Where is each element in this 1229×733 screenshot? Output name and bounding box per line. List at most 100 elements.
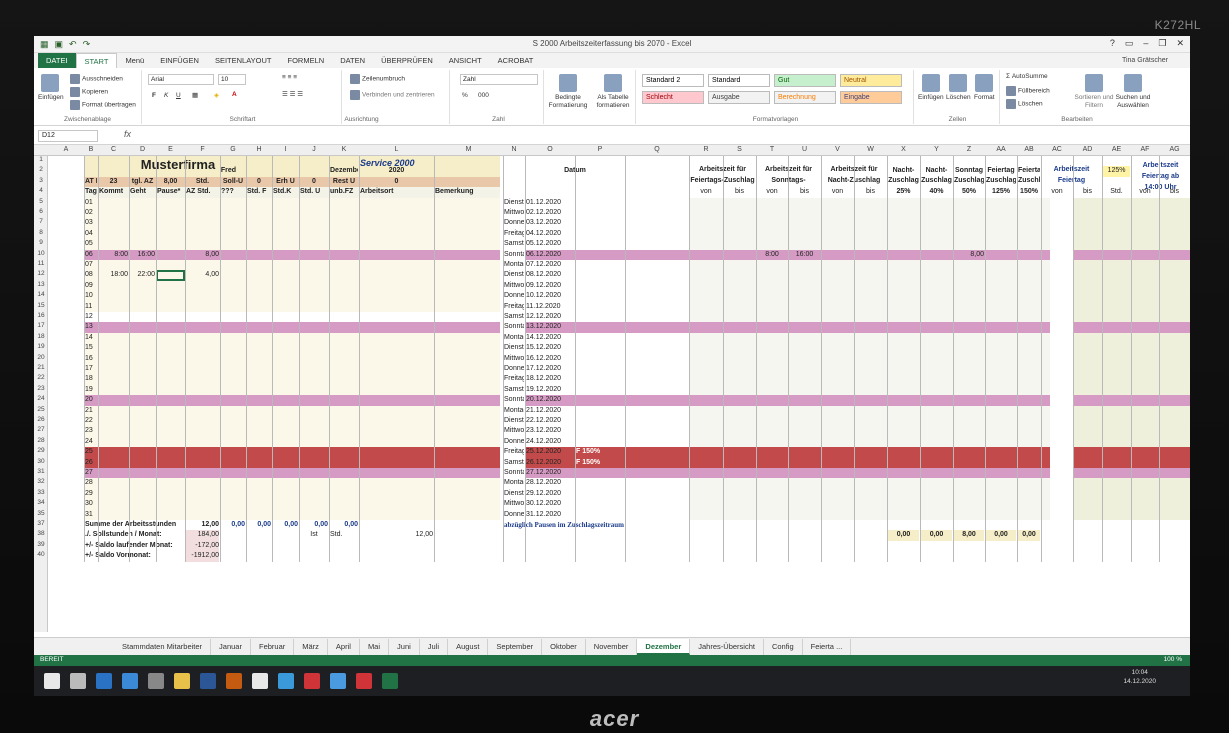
weekday[interactable]: Montag — [504, 478, 524, 488]
day-number[interactable]: 31 — [85, 510, 97, 520]
wrap-text-button[interactable]: Zeilenumbruch — [350, 74, 405, 84]
day-number[interactable]: 30 — [85, 499, 97, 509]
column-label[interactable]: Bemerkung — [435, 187, 502, 197]
date[interactable]: 06.12.2020 — [526, 250, 574, 260]
von-label[interactable]: von — [1042, 187, 1072, 197]
remote-icon[interactable] — [330, 673, 346, 689]
font-color-icon[interactable]: A — [232, 91, 237, 98]
thousands-button[interactable]: 000 — [478, 92, 489, 99]
weekday[interactable]: Donnerstag — [504, 291, 524, 301]
date[interactable]: 25.12.2020 — [526, 447, 574, 457]
row-header[interactable]: 12 — [34, 270, 48, 277]
align-left-icon[interactable]: ☰ ☰ ☰ — [282, 90, 303, 98]
row-header[interactable]: 15 — [34, 302, 48, 309]
row-header[interactable]: 21 — [34, 364, 48, 371]
row-header[interactable]: 31 — [34, 468, 48, 475]
sum-value[interactable]: 0,00 — [221, 520, 245, 530]
row-header[interactable]: 39 — [34, 541, 48, 548]
style-1[interactable]: Standard — [708, 74, 770, 87]
column-header-L[interactable]: L — [359, 146, 434, 153]
date[interactable]: 27.12.2020 — [526, 468, 574, 478]
fill-button[interactable]: Füllbereich — [1006, 86, 1050, 96]
weekday[interactable]: Sonntag — [504, 250, 524, 260]
ist-label[interactable]: Ist — [300, 530, 328, 540]
format-cells-button[interactable]: Format — [974, 74, 995, 101]
feiertag-note[interactable]: F 150% — [576, 447, 624, 457]
day-number[interactable]: 15 — [85, 343, 97, 353]
column-header-B[interactable]: B — [84, 146, 98, 153]
day-number[interactable]: 08 — [85, 270, 97, 280]
month-summary-cell[interactable]: 0 — [360, 177, 433, 187]
row-header[interactable]: 29 — [34, 447, 48, 454]
date[interactable]: 12.12.2020 — [526, 312, 574, 322]
date[interactable]: 11.12.2020 — [526, 302, 574, 312]
weekday[interactable]: Sonntag — [504, 468, 524, 478]
task-view-icon[interactable] — [70, 673, 86, 689]
bis-label[interactable]: bis — [1160, 187, 1189, 197]
column-header-AE[interactable]: AE — [1102, 146, 1131, 153]
column-header-I[interactable]: I — [272, 146, 299, 153]
von-label[interactable]: von — [822, 187, 853, 197]
saldo-label[interactable]: +/- Saldo laufender Monat: — [85, 541, 184, 551]
percent-label[interactable]: 40% — [921, 187, 952, 197]
percent-button[interactable]: % — [462, 92, 468, 99]
row-header[interactable]: 35 — [34, 510, 48, 517]
row-header[interactable]: 20 — [34, 354, 48, 361]
user-name[interactable]: Tina Grätscher — [1122, 57, 1168, 64]
column-header-Y[interactable]: Y — [920, 146, 953, 153]
saldo-value[interactable]: -172,00 — [186, 540, 219, 552]
column-header-T[interactable]: T — [756, 146, 788, 153]
month-summary-cell[interactable]: 23 — [99, 177, 128, 187]
row-header[interactable]: 10 — [34, 250, 48, 257]
sheet-tab[interactable]: August — [448, 638, 489, 655]
column-header-W[interactable]: W — [854, 146, 887, 153]
row-header[interactable]: 18 — [34, 333, 48, 340]
function-icon[interactable]: fx — [124, 129, 131, 139]
ribbon-tab-2[interactable]: Menü — [117, 53, 152, 68]
clear-button[interactable]: Löschen — [1006, 99, 1043, 109]
sum-value[interactable]: 0,00 — [330, 520, 358, 530]
row-header[interactable]: 34 — [34, 499, 48, 506]
column-header-P[interactable]: P — [575, 146, 625, 153]
column-header-K[interactable]: K — [329, 146, 359, 153]
row-header[interactable]: 7 — [34, 218, 48, 225]
von-label[interactable]: von — [1132, 187, 1158, 197]
month-summary-cell[interactable]: tgl. AZ — [130, 177, 155, 187]
insert-cells-button[interactable]: Einfügen — [918, 74, 944, 101]
month-summary-cell[interactable]: 0 — [300, 177, 328, 187]
weekday[interactable]: Montag — [504, 406, 524, 416]
find-select-button[interactable]: Suchen und Auswählen — [1114, 74, 1152, 110]
column-header-E[interactable]: E — [156, 146, 185, 153]
zuschlag-total[interactable]: 0,00 — [888, 530, 919, 541]
percent-label[interactable]: 50% — [954, 187, 984, 197]
month-summary-cell[interactable]: Rest U — [330, 177, 358, 187]
row-header[interactable]: 38 — [34, 530, 48, 537]
date[interactable]: 18.12.2020 — [526, 374, 574, 384]
style-4[interactable]: Schlecht — [642, 91, 704, 104]
row-header[interactable]: 11 — [34, 260, 48, 267]
weekday[interactable]: Dienstag — [504, 198, 524, 208]
date[interactable]: 07.12.2020 — [526, 260, 574, 270]
sum-value[interactable]: 0,00 — [273, 520, 298, 530]
style-6[interactable]: Berechnung — [774, 91, 836, 104]
column-label[interactable]: Tag — [85, 187, 97, 197]
day-number[interactable]: 23 — [85, 426, 97, 436]
vormonat-value[interactable]: -1912,00 — [186, 551, 219, 562]
day-number[interactable]: 14 — [85, 333, 97, 343]
column-label[interactable]: ??? — [221, 187, 245, 197]
weekday[interactable]: Mittwoch — [504, 354, 524, 364]
column-header-AG[interactable]: AG — [1159, 146, 1190, 153]
day-number[interactable]: 04 — [85, 229, 97, 239]
month-summary-cell[interactable]: Std. — [186, 177, 219, 187]
column-header-Z[interactable]: Z — [953, 146, 985, 153]
sum-label[interactable]: Summe der Arbeitsstunden — [85, 520, 184, 530]
weekday[interactable]: Freitag — [504, 447, 524, 457]
weekday[interactable]: Sonntag — [504, 395, 524, 405]
row-header[interactable]: 28 — [34, 437, 48, 444]
weekday[interactable]: Donnerstag — [504, 218, 524, 228]
row-header[interactable]: 5 — [34, 198, 48, 205]
date[interactable]: 09.12.2020 — [526, 281, 574, 291]
restore-icon[interactable]: ❐ — [1158, 38, 1166, 49]
sheet-tab[interactable]: Februar — [251, 638, 295, 655]
sheet-tab[interactable]: Jahres-Übersicht — [690, 638, 764, 655]
